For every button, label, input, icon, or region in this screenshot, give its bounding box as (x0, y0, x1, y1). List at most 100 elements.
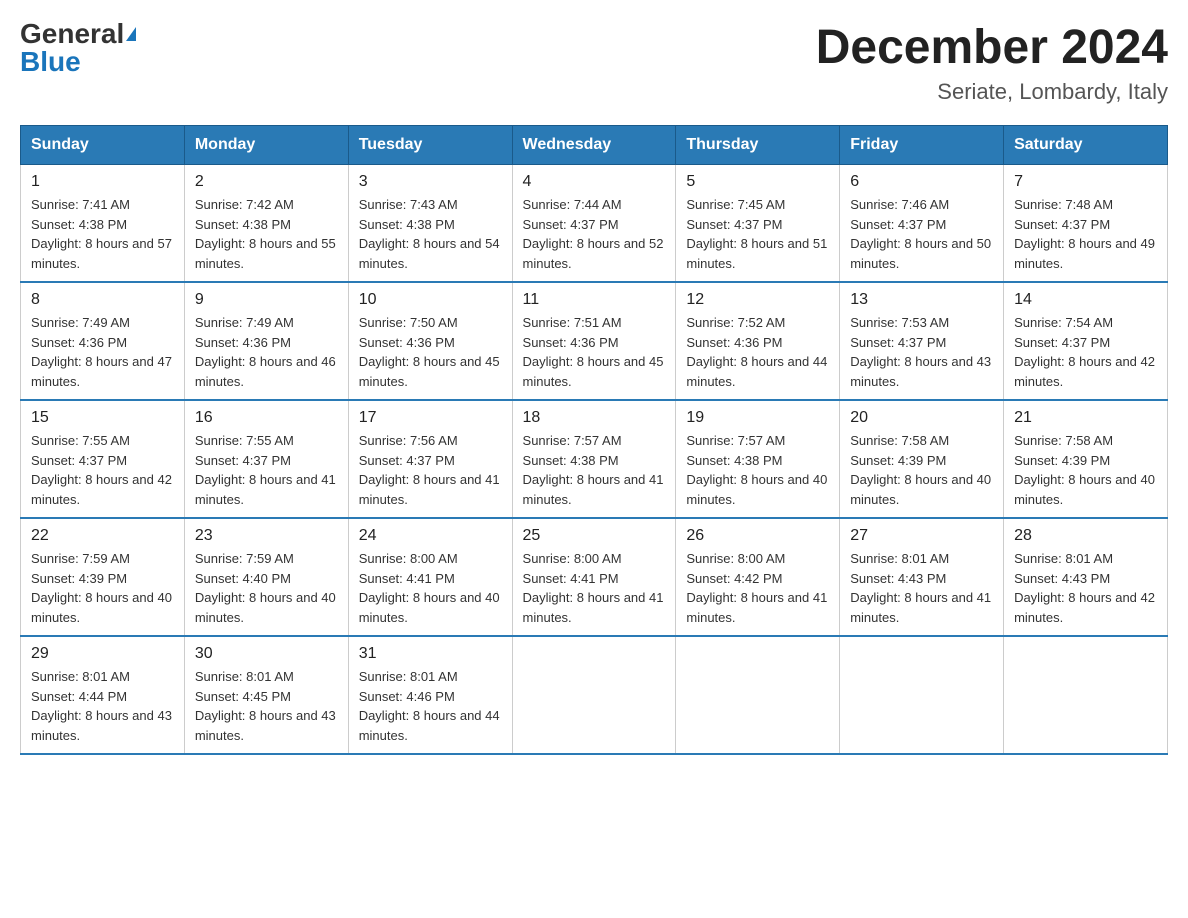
day-number: 18 (523, 409, 666, 427)
day-number: 3 (359, 173, 502, 191)
day-number: 4 (523, 173, 666, 191)
day-info: Sunrise: 8:01 AMSunset: 4:45 PMDaylight:… (195, 667, 338, 745)
day-number: 15 (31, 409, 174, 427)
calendar-cell: 23 Sunrise: 7:59 AMSunset: 4:40 PMDaylig… (184, 518, 348, 636)
day-info: Sunrise: 8:01 AMSunset: 4:46 PMDaylight:… (359, 667, 502, 745)
day-info: Sunrise: 7:48 AMSunset: 4:37 PMDaylight:… (1014, 195, 1157, 273)
calendar-cell: 4 Sunrise: 7:44 AMSunset: 4:37 PMDayligh… (512, 165, 676, 283)
day-info: Sunrise: 7:55 AMSunset: 4:37 PMDaylight:… (31, 431, 174, 509)
day-number: 22 (31, 527, 174, 545)
day-info: Sunrise: 7:52 AMSunset: 4:36 PMDaylight:… (686, 313, 829, 391)
weekday-header-wednesday: Wednesday (512, 126, 676, 165)
weekday-header-monday: Monday (184, 126, 348, 165)
day-info: Sunrise: 8:00 AMSunset: 4:41 PMDaylight:… (359, 549, 502, 627)
day-number: 1 (31, 173, 174, 191)
calendar-week-row: 22 Sunrise: 7:59 AMSunset: 4:39 PMDaylig… (21, 518, 1168, 636)
day-info: Sunrise: 7:57 AMSunset: 4:38 PMDaylight:… (523, 431, 666, 509)
day-number: 7 (1014, 173, 1157, 191)
day-number: 21 (1014, 409, 1157, 427)
calendar-cell: 17 Sunrise: 7:56 AMSunset: 4:37 PMDaylig… (348, 400, 512, 518)
day-info: Sunrise: 7:59 AMSunset: 4:40 PMDaylight:… (195, 549, 338, 627)
calendar-cell: 22 Sunrise: 7:59 AMSunset: 4:39 PMDaylig… (21, 518, 185, 636)
day-number: 12 (686, 291, 829, 309)
day-number: 27 (850, 527, 993, 545)
day-number: 31 (359, 645, 502, 663)
day-info: Sunrise: 7:53 AMSunset: 4:37 PMDaylight:… (850, 313, 993, 391)
calendar-cell: 30 Sunrise: 8:01 AMSunset: 4:45 PMDaylig… (184, 636, 348, 754)
day-number: 2 (195, 173, 338, 191)
logo-blue-text: Blue (20, 48, 81, 76)
calendar-cell (512, 636, 676, 754)
day-number: 16 (195, 409, 338, 427)
calendar-cell: 19 Sunrise: 7:57 AMSunset: 4:38 PMDaylig… (676, 400, 840, 518)
day-info: Sunrise: 7:49 AMSunset: 4:36 PMDaylight:… (195, 313, 338, 391)
day-info: Sunrise: 7:46 AMSunset: 4:37 PMDaylight:… (850, 195, 993, 273)
day-info: Sunrise: 7:41 AMSunset: 4:38 PMDaylight:… (31, 195, 174, 273)
calendar-cell (676, 636, 840, 754)
day-info: Sunrise: 7:57 AMSunset: 4:38 PMDaylight:… (686, 431, 829, 509)
calendar-cell: 24 Sunrise: 8:00 AMSunset: 4:41 PMDaylig… (348, 518, 512, 636)
day-number: 10 (359, 291, 502, 309)
calendar-cell: 7 Sunrise: 7:48 AMSunset: 4:37 PMDayligh… (1004, 165, 1168, 283)
calendar-week-row: 15 Sunrise: 7:55 AMSunset: 4:37 PMDaylig… (21, 400, 1168, 518)
calendar-cell: 28 Sunrise: 8:01 AMSunset: 4:43 PMDaylig… (1004, 518, 1168, 636)
day-info: Sunrise: 8:01 AMSunset: 4:43 PMDaylight:… (850, 549, 993, 627)
day-info: Sunrise: 7:42 AMSunset: 4:38 PMDaylight:… (195, 195, 338, 273)
calendar-week-row: 1 Sunrise: 7:41 AMSunset: 4:38 PMDayligh… (21, 165, 1168, 283)
weekday-header-row: SundayMondayTuesdayWednesdayThursdayFrid… (21, 126, 1168, 165)
day-info: Sunrise: 7:58 AMSunset: 4:39 PMDaylight:… (850, 431, 993, 509)
day-info: Sunrise: 7:51 AMSunset: 4:36 PMDaylight:… (523, 313, 666, 391)
day-info: Sunrise: 7:49 AMSunset: 4:36 PMDaylight:… (31, 313, 174, 391)
calendar-cell: 14 Sunrise: 7:54 AMSunset: 4:37 PMDaylig… (1004, 282, 1168, 400)
day-info: Sunrise: 7:58 AMSunset: 4:39 PMDaylight:… (1014, 431, 1157, 509)
calendar-cell: 6 Sunrise: 7:46 AMSunset: 4:37 PMDayligh… (840, 165, 1004, 283)
day-number: 19 (686, 409, 829, 427)
weekday-header-saturday: Saturday (1004, 126, 1168, 165)
weekday-header-sunday: Sunday (21, 126, 185, 165)
logo-triangle-icon (126, 27, 136, 41)
day-info: Sunrise: 7:56 AMSunset: 4:37 PMDaylight:… (359, 431, 502, 509)
calendar-cell: 21 Sunrise: 7:58 AMSunset: 4:39 PMDaylig… (1004, 400, 1168, 518)
day-info: Sunrise: 7:45 AMSunset: 4:37 PMDaylight:… (686, 195, 829, 273)
calendar-cell: 1 Sunrise: 7:41 AMSunset: 4:38 PMDayligh… (21, 165, 185, 283)
day-info: Sunrise: 7:54 AMSunset: 4:37 PMDaylight:… (1014, 313, 1157, 391)
calendar-cell: 18 Sunrise: 7:57 AMSunset: 4:38 PMDaylig… (512, 400, 676, 518)
day-number: 29 (31, 645, 174, 663)
calendar-cell: 29 Sunrise: 8:01 AMSunset: 4:44 PMDaylig… (21, 636, 185, 754)
calendar-cell: 10 Sunrise: 7:50 AMSunset: 4:36 PMDaylig… (348, 282, 512, 400)
weekday-header-friday: Friday (840, 126, 1004, 165)
calendar-cell: 5 Sunrise: 7:45 AMSunset: 4:37 PMDayligh… (676, 165, 840, 283)
day-info: Sunrise: 7:44 AMSunset: 4:37 PMDaylight:… (523, 195, 666, 273)
calendar-cell: 9 Sunrise: 7:49 AMSunset: 4:36 PMDayligh… (184, 282, 348, 400)
logo-general-text: General (20, 20, 124, 48)
day-number: 14 (1014, 291, 1157, 309)
calendar-week-row: 29 Sunrise: 8:01 AMSunset: 4:44 PMDaylig… (21, 636, 1168, 754)
day-info: Sunrise: 8:01 AMSunset: 4:44 PMDaylight:… (31, 667, 174, 745)
day-number: 5 (686, 173, 829, 191)
day-number: 9 (195, 291, 338, 309)
day-info: Sunrise: 8:01 AMSunset: 4:43 PMDaylight:… (1014, 549, 1157, 627)
day-number: 28 (1014, 527, 1157, 545)
month-title: December 2024 (816, 20, 1168, 75)
weekday-header-tuesday: Tuesday (348, 126, 512, 165)
calendar-cell: 13 Sunrise: 7:53 AMSunset: 4:37 PMDaylig… (840, 282, 1004, 400)
day-info: Sunrise: 7:43 AMSunset: 4:38 PMDaylight:… (359, 195, 502, 273)
day-info: Sunrise: 8:00 AMSunset: 4:41 PMDaylight:… (523, 549, 666, 627)
day-number: 17 (359, 409, 502, 427)
day-info: Sunrise: 7:59 AMSunset: 4:39 PMDaylight:… (31, 549, 174, 627)
day-info: Sunrise: 7:55 AMSunset: 4:37 PMDaylight:… (195, 431, 338, 509)
calendar-cell (1004, 636, 1168, 754)
calendar-cell: 16 Sunrise: 7:55 AMSunset: 4:37 PMDaylig… (184, 400, 348, 518)
day-info: Sunrise: 8:00 AMSunset: 4:42 PMDaylight:… (686, 549, 829, 627)
calendar-cell: 25 Sunrise: 8:00 AMSunset: 4:41 PMDaylig… (512, 518, 676, 636)
calendar-cell: 11 Sunrise: 7:51 AMSunset: 4:36 PMDaylig… (512, 282, 676, 400)
page-header: General Blue December 2024 Seriate, Lomb… (20, 20, 1168, 105)
calendar-cell: 15 Sunrise: 7:55 AMSunset: 4:37 PMDaylig… (21, 400, 185, 518)
calendar-cell: 12 Sunrise: 7:52 AMSunset: 4:36 PMDaylig… (676, 282, 840, 400)
day-number: 30 (195, 645, 338, 663)
calendar-cell: 3 Sunrise: 7:43 AMSunset: 4:38 PMDayligh… (348, 165, 512, 283)
day-number: 11 (523, 291, 666, 309)
calendar-week-row: 8 Sunrise: 7:49 AMSunset: 4:36 PMDayligh… (21, 282, 1168, 400)
day-number: 26 (686, 527, 829, 545)
day-number: 23 (195, 527, 338, 545)
